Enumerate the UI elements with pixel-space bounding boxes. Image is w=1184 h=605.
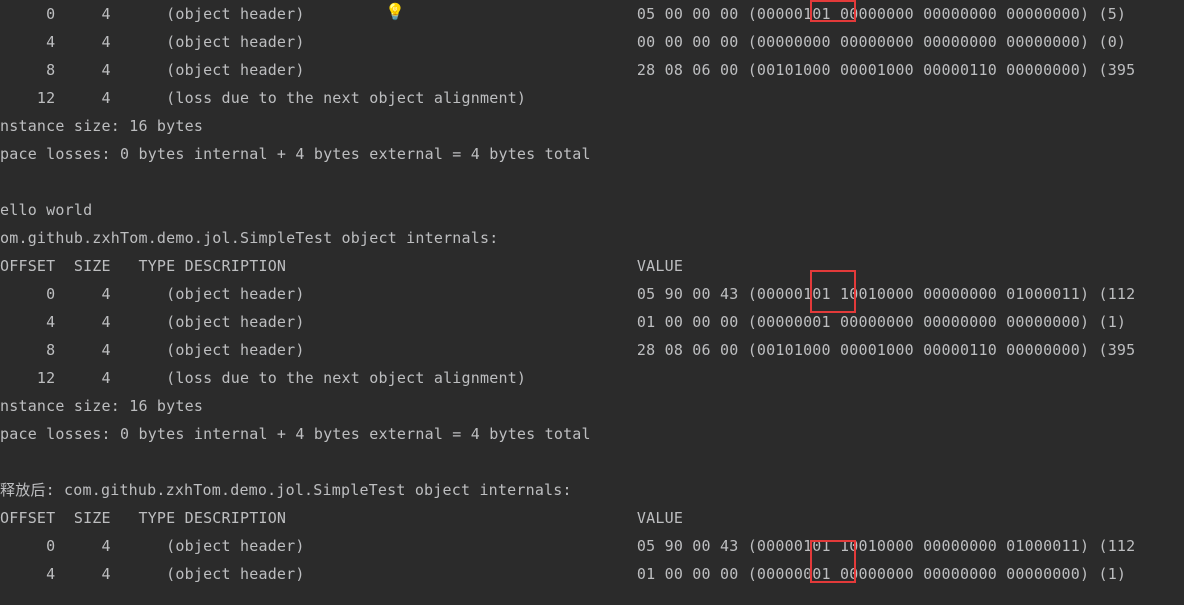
footer-line: pace losses: 0 bytes internal + 4 bytes … (0, 140, 1184, 168)
table-row: 0 4 (object header) 05 90 00 43 (0000010… (0, 532, 1184, 560)
table-row: 12 4 (loss due to the next object alignm… (0, 364, 1184, 392)
table-row: 12 4 (loss due to the next object alignm… (0, 84, 1184, 112)
table-row: 4 4 (object header) 00 00 00 00 (0000000… (0, 28, 1184, 56)
table-row: 8 4 (object header) 28 08 06 00 (0010100… (0, 336, 1184, 364)
table-row: 4 4 (object header) 01 00 00 00 (0000000… (0, 560, 1184, 588)
column-header: OFFSET SIZE TYPE DESCRIPTION VALUE (0, 252, 1184, 280)
lightbulb-icon: 💡 (385, 0, 405, 26)
footer-line (0, 448, 1184, 476)
footer-line: nstance size: 16 bytes (0, 392, 1184, 420)
column-header: OFFSET SIZE TYPE DESCRIPTION VALUE (0, 504, 1184, 532)
footer-line: pace losses: 0 bytes internal + 4 bytes … (0, 420, 1184, 448)
table-row: 0 4 (object header) 05 90 00 43 (0000010… (0, 280, 1184, 308)
table-row: 0 4 (object header) 05 00 00 00 (0000010… (0, 0, 1184, 28)
header-line: om.github.zxhTom.demo.jol.SimpleTest obj… (0, 224, 1184, 252)
footer-line (0, 168, 1184, 196)
footer-line: nstance size: 16 bytes (0, 112, 1184, 140)
table-row: 8 4 (object header) 28 08 06 00 (0010100… (0, 56, 1184, 84)
terminal-output: 0 4 (object header) 05 00 00 00 (0000010… (0, 0, 1184, 588)
header-line: 释放后: com.github.zxhTom.demo.jol.SimpleTe… (0, 476, 1184, 504)
table-row: 4 4 (object header) 01 00 00 00 (0000000… (0, 308, 1184, 336)
header-line: ello world (0, 196, 1184, 224)
